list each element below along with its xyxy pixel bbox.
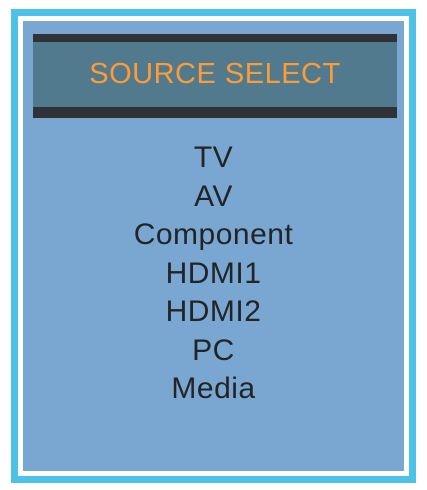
- menu-panel: SOURCE SELECT TV AV Component HDMI1 HDMI…: [23, 21, 404, 471]
- source-item-media[interactable]: Media: [23, 370, 404, 409]
- menu-title: SOURCE SELECT: [89, 58, 341, 90]
- source-item-pc[interactable]: PC: [23, 332, 404, 371]
- source-item-hdmi1[interactable]: HDMI1: [23, 255, 404, 294]
- source-select-menu: SOURCE SELECT TV AV Component HDMI1 HDMI…: [11, 9, 416, 483]
- source-item-av[interactable]: AV: [23, 178, 404, 217]
- source-item-hdmi2[interactable]: HDMI2: [23, 293, 404, 332]
- source-item-tv[interactable]: TV: [23, 139, 404, 178]
- source-item-component[interactable]: Component: [23, 216, 404, 255]
- menu-header: SOURCE SELECT: [33, 34, 397, 118]
- source-list: TV AV Component HDMI1 HDMI2 PC Media: [23, 139, 404, 409]
